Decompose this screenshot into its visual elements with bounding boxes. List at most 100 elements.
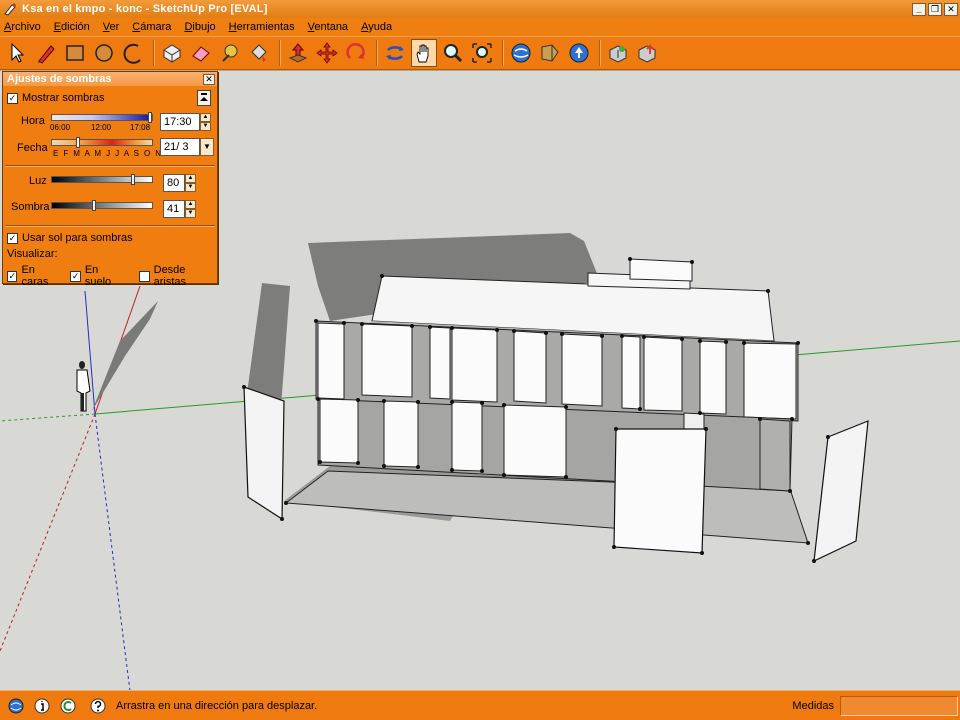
title-bar: Ksa en el kmpo - konc - SketchUp Pro [EV…: [0, 0, 960, 18]
sketchup-app-icon: [2, 1, 18, 17]
panel-title: Ajustes de sombras: [7, 73, 112, 85]
menu-edicion[interactable]: Edición: [54, 21, 90, 33]
light-label: Luz: [29, 175, 47, 187]
show-shadows-label: Mostrar sombras: [22, 92, 105, 104]
minimize-button[interactable]: _: [912, 2, 926, 16]
rotate-icon[interactable]: [343, 39, 369, 67]
red-axis-negative: [0, 413, 96, 652]
shade-input[interactable]: 41: [163, 200, 185, 218]
share-model-icon[interactable]: [566, 39, 592, 67]
help-icon[interactable]: [88, 696, 108, 716]
get-models-icon[interactable]: [537, 39, 563, 67]
main-toolbar: [0, 36, 960, 70]
make-component-icon[interactable]: [159, 39, 185, 67]
shade-label: Sombra: [11, 201, 50, 213]
person-figure: [76, 361, 91, 412]
date-slider[interactable]: [51, 137, 153, 148]
circle-icon[interactable]: [91, 39, 117, 67]
collapse-details-button[interactable]: [197, 90, 211, 106]
geo-location-icon[interactable]: [6, 696, 26, 716]
time-slider[interactable]: [51, 112, 153, 123]
shade-spinner[interactable]: ▲ ▼: [185, 200, 196, 218]
month-labels: E F M A M J J A S O N D: [53, 149, 174, 158]
shade-slider-thumb[interactable]: [92, 200, 96, 211]
move-icon[interactable]: [314, 39, 340, 67]
tape-measure-icon[interactable]: [217, 39, 243, 67]
panel-divider: [5, 225, 215, 227]
toolbar-separator: [599, 40, 601, 66]
arc-icon[interactable]: [120, 39, 146, 67]
show-shadows-row: ✓ Mostrar sombras: [7, 92, 105, 104]
time-label: Hora: [21, 115, 45, 127]
toolbar-separator: [279, 40, 281, 66]
push-pull-icon[interactable]: [285, 39, 311, 67]
zoom-extents-icon[interactable]: [469, 39, 495, 67]
display-options-row: ✓ En caras ✓ En suelo Desde aristas: [7, 264, 217, 288]
close-button[interactable]: ✕: [944, 2, 958, 16]
window-title: Ksa en el kmpo - konc - SketchUp Pro [EV…: [22, 3, 268, 15]
use-sun-row: ✓ Usar sol para sombras: [7, 232, 133, 244]
pan-icon[interactable]: [411, 39, 437, 67]
status-message: Arrastra en una dirección para desplazar…: [116, 699, 318, 712]
on-ground-checkbox[interactable]: ✓: [70, 270, 81, 282]
toolbar-separator: [376, 40, 378, 66]
green-axis-negative: [0, 413, 96, 422]
light-spinner[interactable]: ▲ ▼: [185, 174, 196, 192]
component-icon[interactable]: [605, 39, 631, 67]
measurements-input[interactable]: [840, 695, 958, 716]
on-faces-checkbox[interactable]: ✓: [7, 270, 18, 282]
shade-slider[interactable]: [51, 200, 153, 211]
orbit-icon[interactable]: [382, 39, 408, 67]
menu-ver[interactable]: Ver: [103, 21, 120, 33]
date-input-group: 21/ 3 ▼: [160, 138, 214, 156]
time-input[interactable]: 17:30: [160, 113, 200, 131]
light-slider-thumb[interactable]: [131, 174, 135, 185]
time-tick-mid: 12:00: [91, 123, 112, 132]
menu-dibujo[interactable]: Dibujo: [184, 21, 215, 33]
light-input-group: 80 ▲ ▼: [163, 174, 196, 192]
select-icon[interactable]: [4, 39, 30, 67]
on-ground-label: En suelo: [84, 264, 112, 288]
panel-close-button[interactable]: ✕: [203, 73, 215, 85]
eraser-icon[interactable]: [188, 39, 214, 67]
from-edges-checkbox[interactable]: [139, 270, 150, 282]
shadow-settings-panel: Ajustes de sombras ✕ ✓ Mostrar sombras H…: [2, 71, 218, 288]
zoom-icon[interactable]: [440, 39, 466, 67]
pencil-icon[interactable]: [33, 39, 59, 67]
date-slider-thumb[interactable]: [76, 137, 80, 148]
show-shadows-checkbox[interactable]: ✓: [7, 92, 18, 104]
from-edges-label: Desde aristas: [153, 264, 187, 288]
toolbar-separator: [153, 40, 155, 66]
date-dropdown-arrow[interactable]: ▼: [200, 138, 214, 156]
time-slider-thumb[interactable]: [148, 112, 152, 123]
menu-archivo[interactable]: Archivo: [4, 21, 41, 33]
sketchup-window: Ksa en el kmpo - konc - SketchUp Pro [EV…: [0, 0, 960, 720]
use-sun-checkbox[interactable]: ✓: [7, 232, 18, 244]
use-sun-label: Usar sol para sombras: [22, 232, 133, 244]
time-tick-start: 06:00: [50, 123, 71, 132]
share-component-icon[interactable]: [634, 39, 660, 67]
time-tick-end: 17:08: [130, 123, 151, 132]
rectangle-icon[interactable]: [62, 39, 88, 67]
right-panel: [813, 420, 869, 563]
display-label: Visualizar:: [7, 248, 58, 260]
paint-bucket-icon[interactable]: [246, 39, 272, 67]
menu-herramientas[interactable]: Herramientas: [229, 21, 295, 33]
panel-divider: [5, 165, 215, 167]
on-faces-label: En caras: [21, 264, 49, 288]
license-icon[interactable]: [58, 696, 78, 716]
3d-warehouse-icon[interactable]: [508, 39, 534, 67]
menu-camara[interactable]: Cámara: [132, 21, 171, 33]
panel-title-bar[interactable]: Ajustes de sombras ✕: [3, 72, 217, 86]
restore-button[interactable]: ❐: [928, 2, 942, 16]
credits-icon[interactable]: [32, 696, 52, 716]
date-label: Fecha: [17, 142, 48, 154]
light-slider[interactable]: [51, 174, 153, 185]
date-select[interactable]: 21/ 3: [160, 138, 200, 156]
menu-ayuda[interactable]: Ayuda: [361, 21, 392, 33]
time-spinner[interactable]: ▲ ▼: [200, 113, 211, 131]
front-panel: [613, 428, 707, 554]
left-panel: [243, 386, 285, 521]
light-input[interactable]: 80: [163, 174, 185, 192]
menu-ventana[interactable]: Ventana: [308, 21, 348, 33]
